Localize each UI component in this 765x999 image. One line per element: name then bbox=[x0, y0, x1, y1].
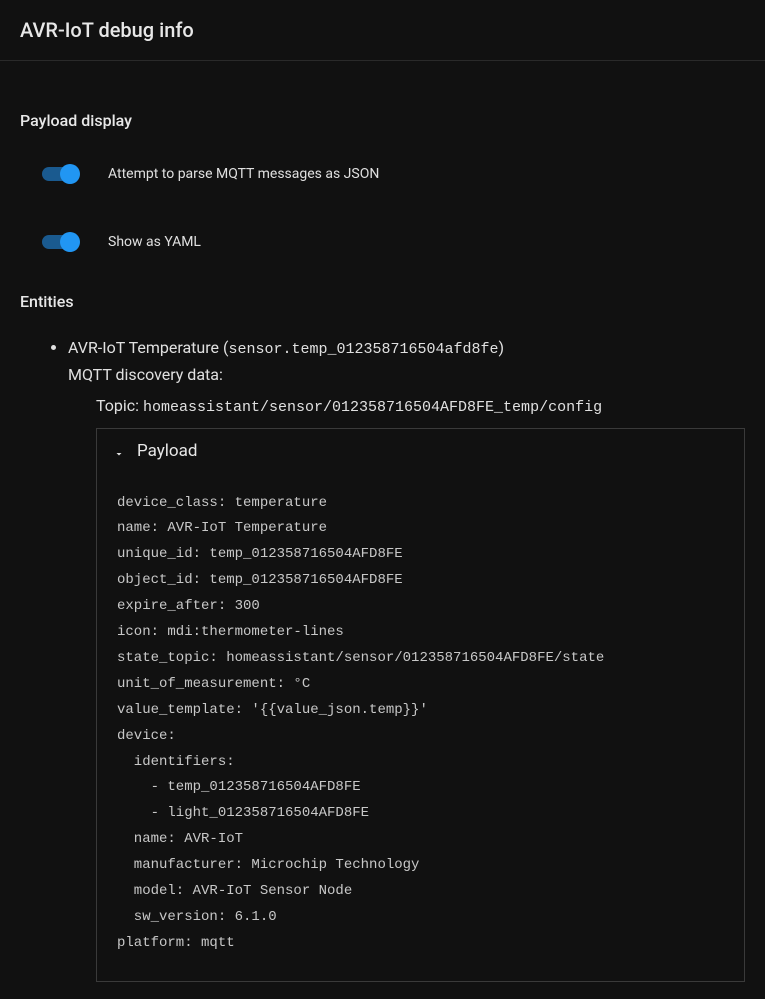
toggle-thumb bbox=[60, 232, 80, 252]
payload-heading: Payload bbox=[137, 441, 197, 461]
topic-line: Topic: homeassistant/sensor/012358716504… bbox=[96, 396, 745, 416]
payload-body: device_class: temperature name: AVR-IoT … bbox=[97, 473, 744, 981]
mqtt-discovery-label: MQTT discovery data: bbox=[68, 362, 745, 388]
chevron-down-icon bbox=[113, 445, 125, 457]
toggle-parse-json-label: Attempt to parse MQTT messages as JSON bbox=[108, 166, 379, 182]
payload-yaml-content: device_class: temperature name: AVR-IoT … bbox=[117, 491, 724, 957]
toggle-thumb bbox=[60, 164, 80, 184]
entity-list: AVR-IoT Temperature (sensor.temp_0123587… bbox=[20, 335, 745, 982]
entity-friendly-name: AVR-IoT Temperature bbox=[68, 338, 219, 357]
payload-panel: Payload device_class: temperature name: … bbox=[96, 428, 745, 982]
topic-label: Topic: bbox=[96, 396, 139, 415]
toggle-parse-json-row: Attempt to parse MQTT messages as JSON bbox=[20, 154, 745, 194]
payload-expand-toggle[interactable]: Payload bbox=[97, 429, 744, 473]
entities-heading: Entities bbox=[20, 292, 745, 311]
toggle-show-yaml-row: Show as YAML bbox=[20, 222, 745, 262]
entity-name-line: AVR-IoT Temperature (sensor.temp_0123587… bbox=[68, 335, 745, 362]
page-title: AVR-IoT debug info bbox=[20, 18, 745, 42]
toggle-show-yaml-label: Show as YAML bbox=[108, 234, 201, 250]
toggle-parse-json[interactable] bbox=[40, 162, 80, 186]
toggle-show-yaml[interactable] bbox=[40, 230, 80, 254]
payload-display-heading: Payload display bbox=[20, 111, 745, 130]
entity-item: AVR-IoT Temperature (sensor.temp_0123587… bbox=[68, 335, 745, 982]
content-area: Payload display Attempt to parse MQTT me… bbox=[0, 61, 765, 999]
entity-id-close-paren: ) bbox=[498, 338, 504, 357]
entity-id: sensor.temp_012358716504afd8fe bbox=[228, 341, 498, 358]
topic-value: homeassistant/sensor/012358716504AFD8FE_… bbox=[143, 399, 602, 416]
page-header: AVR-IoT debug info bbox=[0, 0, 765, 61]
